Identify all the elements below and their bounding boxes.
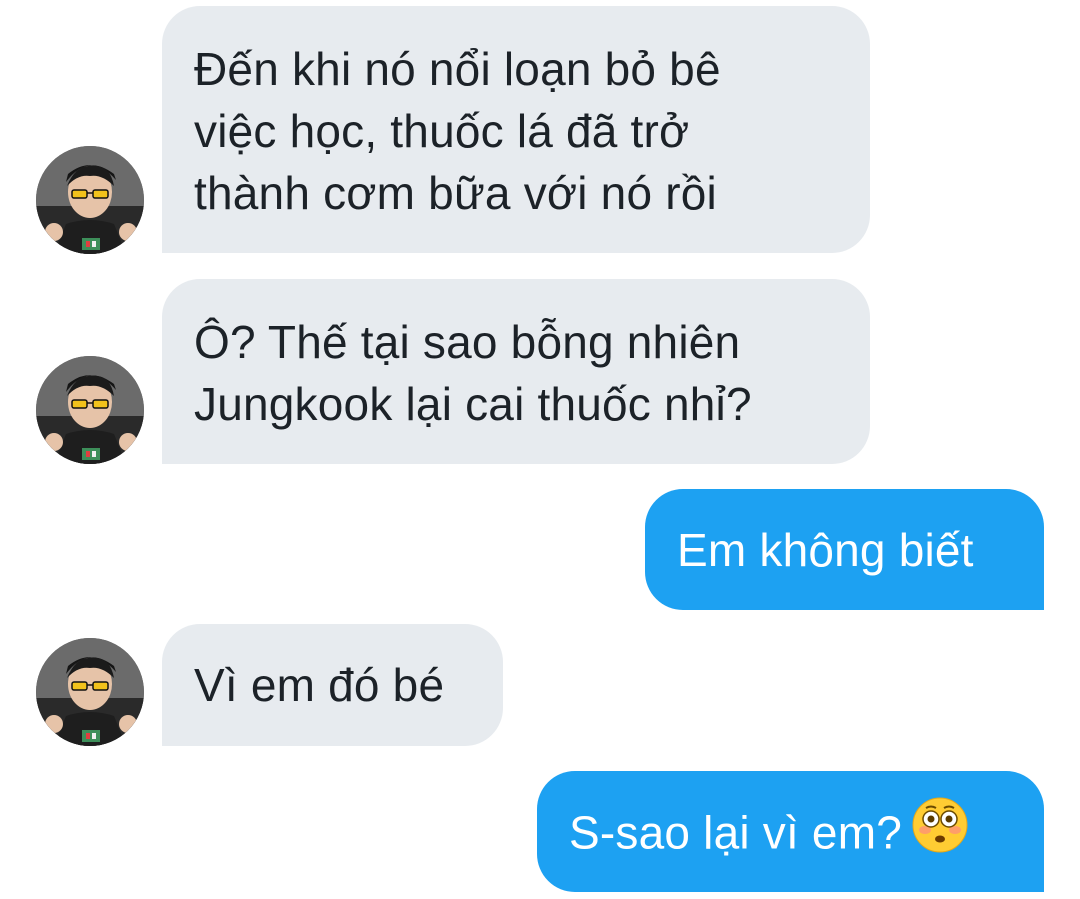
message-bubble-incoming[interactable]: Đến khi nó nổi loạn bỏ bê việc học, thuố… [162, 6, 870, 253]
contact-avatar[interactable] [36, 356, 144, 464]
avatar-photo-icon [36, 356, 144, 464]
message-text-line: Ô? Thế tại sao bỗng nhiên [194, 316, 741, 368]
flushed-face-icon [912, 797, 968, 868]
message-text-line: thành cơm bữa với nó rồi [194, 167, 717, 219]
message-text-line: Em không biết [677, 524, 974, 576]
message-text: S-sao lại vì em? [569, 806, 902, 859]
message-text-line: việc học, thuốc lá đã trở [194, 105, 690, 157]
avatar-photo-icon [36, 638, 144, 746]
message-text-line: Đến khi nó nổi loạn bỏ bê [194, 43, 721, 95]
conversation-thread: Đến khi nó nổi loạn bỏ bê việc học, thuố… [0, 0, 1080, 899]
message-text-line: S-sao lại vì em? [569, 797, 1044, 872]
message-bubble-outgoing[interactable]: Em không biết [645, 489, 1044, 610]
message-text-line: Vì em đó bé [194, 659, 445, 711]
message-bubble-outgoing[interactable]: S-sao lại vì em? [537, 771, 1044, 892]
contact-avatar[interactable] [36, 638, 144, 746]
avatar-photo-icon [36, 146, 144, 254]
message-bubble-incoming[interactable]: Ô? Thế tại sao bỗng nhiên Jungkook lại c… [162, 279, 870, 464]
contact-avatar[interactable] [36, 146, 144, 254]
message-bubble-incoming[interactable]: Vì em đó bé [162, 624, 503, 746]
message-text-line: Jungkook lại cai thuốc nhỉ? [194, 378, 752, 430]
